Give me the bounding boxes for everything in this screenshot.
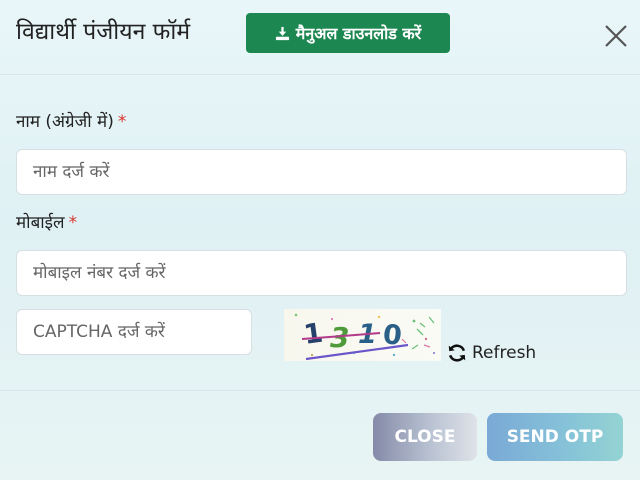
mobile-input[interactable] [16, 250, 627, 296]
captcha-refresh[interactable]: Refresh [446, 342, 536, 364]
mobile-required-mark: * [68, 213, 78, 233]
name-label: नाम (अंग्रेजी में) * [16, 109, 126, 132]
manual-download-label: मैनुअल डाउनलोड करें [295, 24, 422, 43]
name-required-mark: * [117, 112, 127, 132]
modal-header: विद्यार्थी पंजीयन फॉर्म मैनुअल डाउनलोड क… [0, 0, 640, 75]
captcha-image: 1 3 1 0 [284, 309, 441, 361]
mobile-label-text: मोबाईल [16, 213, 65, 233]
name-input[interactable] [16, 149, 627, 195]
modal-title: विद्यार्थी पंजीयन फॉर्म [16, 19, 191, 45]
close-button[interactable]: CLOSE [373, 413, 477, 461]
refresh-icon [448, 344, 466, 362]
captcha-input[interactable] [16, 309, 252, 355]
close-icon[interactable] [600, 20, 632, 52]
download-icon [275, 26, 289, 40]
name-label-text: नाम (अंग्रेजी में) [16, 112, 114, 132]
send-otp-button[interactable]: SEND OTP [487, 413, 623, 461]
mobile-label: मोबाईल * [16, 210, 77, 233]
manual-download-button[interactable]: मैनुअल डाउनलोड करें [246, 13, 450, 53]
refresh-label: Refresh [472, 343, 537, 363]
